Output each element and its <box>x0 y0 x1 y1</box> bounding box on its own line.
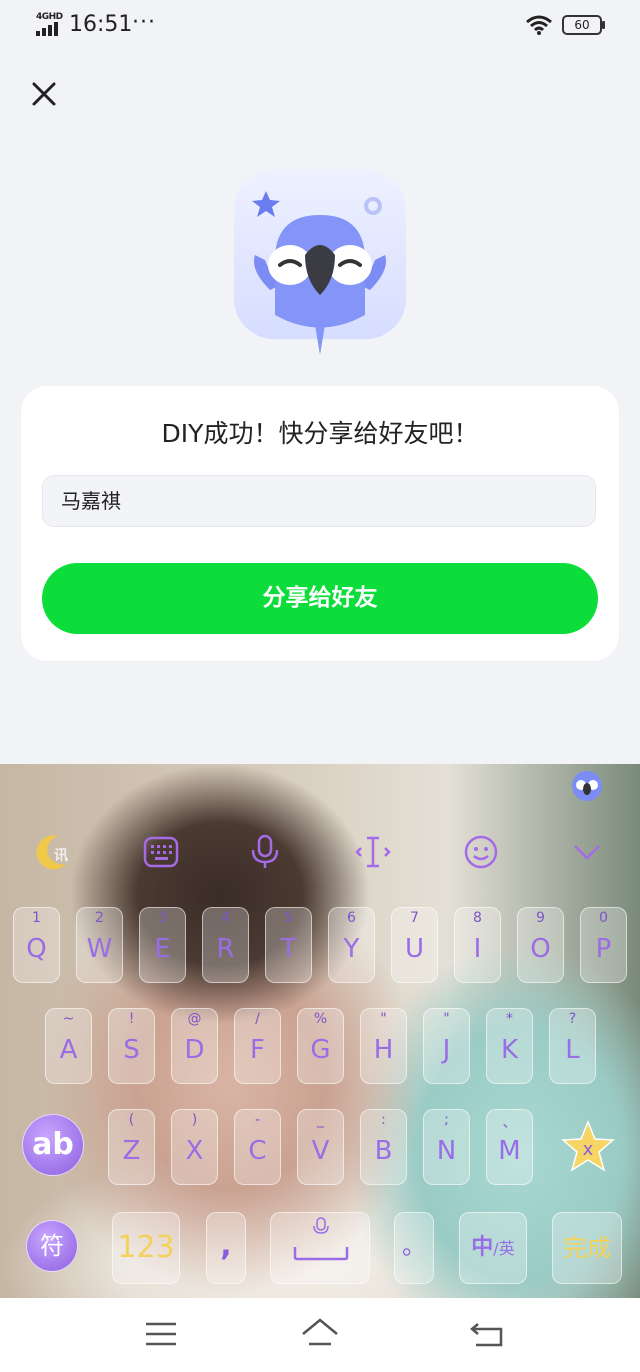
space-bar-icon <box>293 1247 349 1261</box>
network-indicator: 4GHD <box>36 12 63 22</box>
key-z[interactable]: (Z <box>108 1109 155 1185</box>
delete-key-label: x <box>583 1139 594 1160</box>
period-key[interactable]: 。 <box>394 1212 434 1284</box>
clock: 16:51 <box>69 12 133 37</box>
key-k[interactable]: * K <box>486 1008 533 1084</box>
key-m[interactable]: 、 M <box>486 1109 533 1185</box>
emoji-icon[interactable] <box>459 830 503 874</box>
key-v[interactable]: _ V <box>297 1109 344 1185</box>
symbol-key[interactable]: 符 <box>26 1220 78 1272</box>
comma-key[interactable]: , <box>206 1212 246 1284</box>
microphone-icon[interactable] <box>243 830 287 874</box>
back-icon[interactable] <box>468 1316 508 1352</box>
space-key[interactable] <box>270 1212 370 1284</box>
more-notifications-icon: ··· <box>132 10 156 35</box>
key-f[interactable]: / F <box>234 1008 281 1084</box>
key-e[interactable]: 3E <box>139 907 186 983</box>
xunfei-moon-logo-icon[interactable]: 讯 <box>32 830 76 874</box>
wifi-icon <box>526 15 552 35</box>
number-key[interactable]: 123 <box>112 1212 180 1284</box>
share-card: DIY成功！快分享给好友吧！ 马嘉祺 分享给好友 <box>21 386 619 661</box>
key-x[interactable]: ) X <box>171 1109 218 1185</box>
key-r[interactable]: 4R <box>202 907 249 983</box>
language-toggle-key[interactable]: 中/英 <box>459 1212 527 1284</box>
close-icon[interactable] <box>28 78 60 110</box>
key-j[interactable]: " J <box>423 1008 470 1084</box>
key-q[interactable]: 1Q <box>13 907 60 983</box>
parrot-skin-icon[interactable] <box>571 770 603 802</box>
key-u[interactable]: 7U <box>391 907 438 983</box>
key-b[interactable]: :B <box>360 1109 407 1185</box>
delete-star-icon[interactable]: x <box>560 1119 616 1175</box>
key-c[interactable]: -C <box>234 1109 281 1185</box>
key-s[interactable]: ! S <box>108 1008 155 1084</box>
keyboard: 讯 1Q 2W 3E 4R 5T 6Y 7U 8I 9O 0P ~ A ! S @ D… <box>0 764 640 1298</box>
key-a[interactable]: ~ A <box>45 1008 92 1084</box>
menu-icon[interactable] <box>141 1316 181 1352</box>
parrot-mascot-icon <box>234 169 406 355</box>
keyboard-icon[interactable] <box>139 830 183 874</box>
status-bar: 4GHD 16:51 ··· 60 <box>0 0 640 52</box>
home-icon[interactable] <box>300 1316 340 1352</box>
key-l[interactable]: ? L <box>549 1008 596 1084</box>
key-d[interactable]: @ D <box>171 1008 218 1084</box>
key-p[interactable]: 0P <box>580 907 627 983</box>
success-title: DIY成功！快分享给好友吧！ <box>161 419 479 448</box>
cursor-icon[interactable] <box>351 830 395 874</box>
battery-level: 60 <box>574 18 590 32</box>
key-t[interactable]: 5T <box>265 907 312 983</box>
shift-key[interactable]: ab <box>22 1114 84 1176</box>
battery-icon: 60 <box>562 15 605 35</box>
key-n[interactable]: ; N <box>423 1109 470 1185</box>
svg-text:讯: 讯 <box>54 848 68 864</box>
key-h[interactable]: " H <box>360 1008 407 1084</box>
done-key[interactable]: 完成 <box>552 1212 622 1284</box>
lang-en-label: 英 <box>498 1239 515 1258</box>
system-nav-bar <box>0 1298 640 1372</box>
space-mic-icon <box>313 1217 329 1234</box>
key-o[interactable]: 9O <box>517 907 564 983</box>
share-to-friends-button[interactable]: 分享给好友 <box>42 563 598 634</box>
key-g[interactable]: % G <box>297 1008 344 1084</box>
key-w[interactable]: 2W <box>76 907 123 983</box>
key-i[interactable]: 8I <box>454 907 501 983</box>
key-y[interactable]: 6Y <box>328 907 375 983</box>
lang-cn-label: 中 <box>471 1235 494 1260</box>
name-input[interactable]: 马嘉祺 <box>42 475 596 527</box>
chevron-down-icon[interactable] <box>565 830 609 874</box>
signal-icon <box>36 22 58 36</box>
